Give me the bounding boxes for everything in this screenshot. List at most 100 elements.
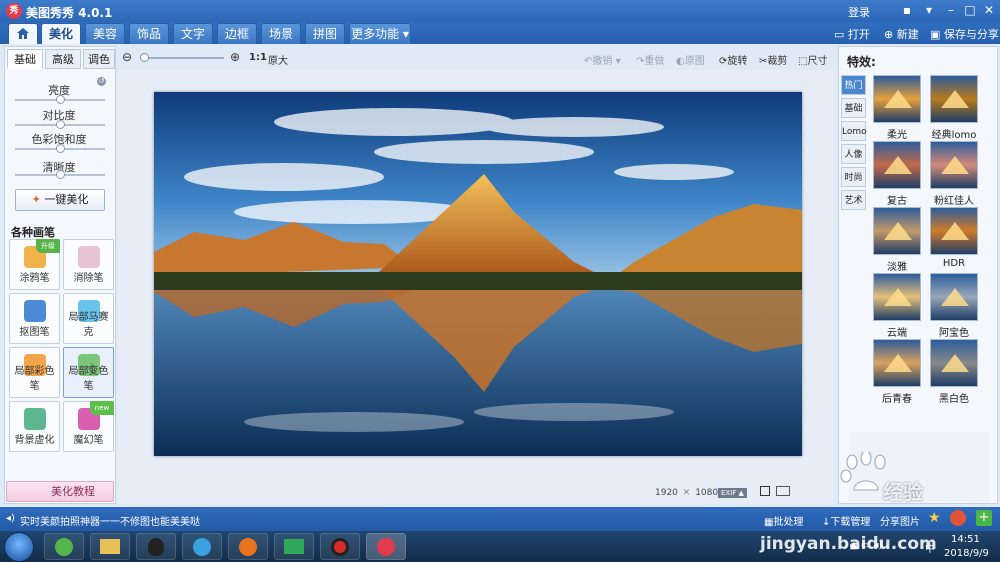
slider-knob[interactable] bbox=[56, 170, 65, 179]
download-manager-button[interactable]: ↓下载管理 bbox=[822, 513, 870, 528]
close-button[interactable]: ✕ bbox=[980, 3, 998, 19]
brush-local-color[interactable]: 局部彩色笔 bbox=[9, 347, 60, 398]
taskbar-recorder[interactable] bbox=[320, 533, 360, 560]
effect-thumbnail[interactable] bbox=[873, 75, 921, 123]
canvas-toolbar: ⊖ ⊕ 1:1 原大 ↶撤销 ▾ ↷重做 ◐原图 ⟳旋转 ✂裁剪 ⬚尺寸 bbox=[118, 46, 834, 70]
category-art[interactable]: 艺术 bbox=[841, 190, 866, 210]
tab-frame[interactable]: 边框 bbox=[217, 23, 257, 44]
brush-recolor[interactable]: ☝ 局部变色笔 bbox=[63, 347, 114, 398]
subtab-color[interactable]: 调色 bbox=[83, 49, 115, 69]
tab-collage[interactable]: 拼图 bbox=[305, 23, 345, 44]
slider-knob[interactable] bbox=[56, 144, 65, 153]
slider-knob[interactable] bbox=[56, 95, 65, 104]
zoom-knob[interactable] bbox=[140, 53, 149, 62]
star-icon[interactable]: ★ bbox=[928, 510, 941, 526]
brush-cutout[interactable]: 抠图笔 bbox=[9, 293, 60, 344]
menu-button[interactable]: ▾ bbox=[920, 3, 938, 19]
taskbar-app-1[interactable] bbox=[44, 533, 84, 560]
batch-process-button[interactable]: ▦批处理 bbox=[764, 513, 803, 528]
beautify-tutorial-button[interactable]: 美化教程 bbox=[6, 481, 114, 502]
crop-button[interactable]: ✂裁剪 bbox=[759, 52, 787, 67]
taskbar-meitu[interactable] bbox=[366, 533, 406, 560]
brush-doodle[interactable]: 升级 涂鸦笔 bbox=[9, 239, 60, 290]
minimize-button[interactable]: – bbox=[942, 3, 960, 19]
redo-button[interactable]: ↷重做 bbox=[636, 52, 664, 67]
original-image-button[interactable]: ◐原图 bbox=[676, 52, 705, 67]
times-sign: ✕ bbox=[682, 488, 691, 498]
undo-button[interactable]: ↶撤销 ▾ bbox=[584, 52, 621, 67]
maximize-button[interactable]: □ bbox=[961, 3, 979, 19]
contrast-slider[interactable] bbox=[15, 120, 105, 129]
clock-date[interactable]: 2018/9/9 bbox=[944, 548, 989, 559]
weibo-icon[interactable] bbox=[950, 510, 966, 526]
original-size-button[interactable]: 原大 bbox=[268, 52, 288, 67]
category-portrait[interactable]: 人像 bbox=[841, 144, 866, 164]
effect-thumbnail[interactable] bbox=[873, 207, 921, 255]
zoom-in-icon[interactable]: ⊕ bbox=[230, 50, 240, 64]
subtab-advanced[interactable]: 高级 bbox=[45, 49, 81, 69]
taskbar-explorer[interactable] bbox=[90, 533, 130, 560]
category-basic[interactable]: 基础 bbox=[841, 98, 866, 118]
tab-scene[interactable]: 场景 bbox=[261, 23, 301, 44]
tab-more-features[interactable]: 更多功能 ▾ bbox=[349, 23, 411, 44]
resize-button[interactable]: ⬚尺寸 bbox=[798, 52, 827, 67]
brush-eraser[interactable]: 消除笔 bbox=[63, 239, 114, 290]
add-icon[interactable]: + bbox=[976, 510, 992, 526]
effect-thumbnail[interactable] bbox=[930, 207, 978, 255]
effect-thumbnail[interactable] bbox=[930, 141, 978, 189]
home-tab[interactable] bbox=[8, 23, 38, 44]
plus-circle-icon: ⊕ bbox=[884, 28, 894, 41]
brush-mosaic[interactable]: 局部马赛克 bbox=[63, 293, 114, 344]
menu-bar: 美化 美容 饰品 文字 边框 场景 拼图 更多功能 ▾ ▭ 打开 ⊕ 新建 ▣ … bbox=[0, 22, 1000, 44]
taskbar-app-6[interactable] bbox=[274, 533, 314, 560]
category-lomo[interactable]: Lomo bbox=[841, 121, 867, 141]
effect-thumbnail[interactable] bbox=[930, 273, 978, 321]
firefox-icon bbox=[239, 538, 257, 556]
brush-label: 局部彩色笔 bbox=[14, 366, 55, 392]
new-button[interactable]: ⊕ 新建 bbox=[884, 26, 919, 42]
promo-tip[interactable]: 实时美颜拍照神器一一不修图也能美美哒 bbox=[20, 513, 200, 528]
effect-thumbnail[interactable] bbox=[930, 75, 978, 123]
taskbar-video[interactable] bbox=[182, 533, 222, 560]
category-hot[interactable]: 热门 bbox=[841, 75, 866, 95]
landscape-photo bbox=[154, 92, 802, 456]
tab-beauty[interactable]: 美容 bbox=[85, 23, 125, 44]
effect-thumbnail[interactable] bbox=[930, 339, 978, 387]
clock-time[interactable]: 14:51 bbox=[951, 534, 980, 545]
tab-text[interactable]: 文字 bbox=[173, 23, 213, 44]
sharpness-slider[interactable] bbox=[15, 170, 105, 179]
effect-thumbnail[interactable] bbox=[873, 141, 921, 189]
brightness-slider[interactable] bbox=[15, 95, 105, 104]
fit-view-icon[interactable] bbox=[760, 486, 770, 496]
taskbar-firefox[interactable] bbox=[228, 533, 268, 560]
edited-photo[interactable] bbox=[154, 92, 802, 456]
tab-beautify[interactable]: 美化 bbox=[41, 23, 81, 44]
saturation-slider[interactable] bbox=[15, 144, 105, 153]
subtab-basic[interactable]: 基础 bbox=[7, 49, 43, 69]
actual-size-ratio[interactable]: 1:1 bbox=[249, 52, 267, 63]
brush-label: 消除笔 bbox=[73, 273, 104, 284]
skin-button[interactable]: ▪ bbox=[898, 3, 916, 19]
share-image-button[interactable]: 分享图片 bbox=[880, 513, 920, 528]
login-link[interactable]: 登录 bbox=[848, 4, 870, 20]
brush-magic[interactable]: new 魔幻笔 bbox=[63, 401, 114, 452]
start-button[interactable] bbox=[4, 532, 34, 562]
taskbar-qq[interactable] bbox=[136, 533, 176, 560]
compare-view-icon[interactable] bbox=[776, 486, 790, 496]
tab-accessories[interactable]: 饰品 bbox=[129, 23, 169, 44]
open-button[interactable]: ▭ 打开 bbox=[834, 26, 870, 42]
new-label: 新建 bbox=[896, 28, 919, 41]
mountain-preview bbox=[941, 90, 969, 108]
exif-button[interactable]: EXIF ▲ bbox=[718, 488, 747, 498]
save-share-button[interactable]: ▣ 保存与分享 bbox=[930, 26, 999, 42]
rotate-button[interactable]: ⟳旋转 bbox=[719, 52, 747, 67]
effect-thumbnail[interactable] bbox=[873, 339, 921, 387]
category-fashion[interactable]: 时尚 bbox=[841, 167, 866, 187]
effect-thumbnail[interactable] bbox=[873, 273, 921, 321]
zoom-slider[interactable] bbox=[140, 53, 224, 62]
zoom-out-icon[interactable]: ⊖ bbox=[122, 50, 132, 64]
one-click-beautify-button[interactable]: ✦ 一键美化 bbox=[15, 189, 105, 211]
brush-label: 局部变色笔 bbox=[68, 366, 109, 392]
slider-knob[interactable] bbox=[56, 120, 65, 129]
brush-background-blur[interactable]: 背景虚化 bbox=[9, 401, 60, 452]
